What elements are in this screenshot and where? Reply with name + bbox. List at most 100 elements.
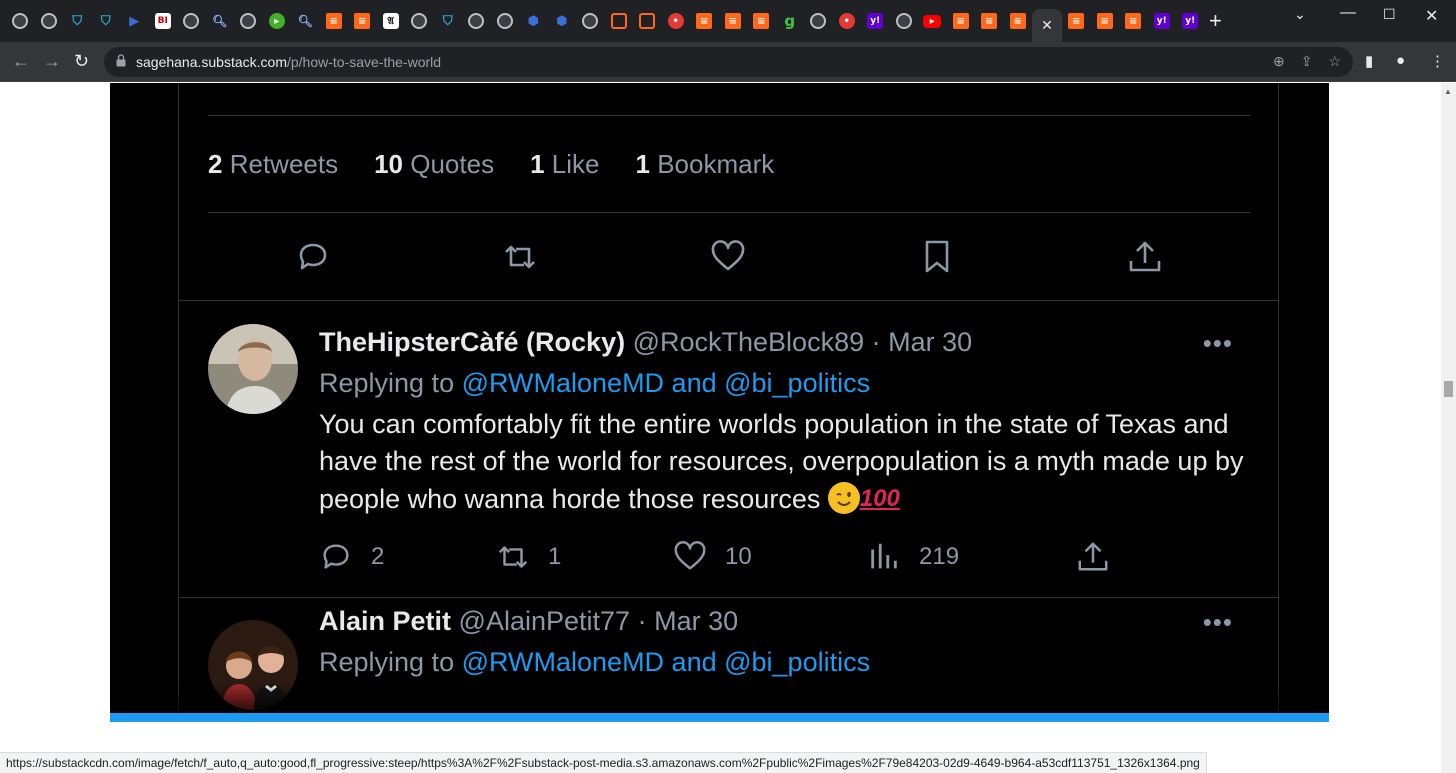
avatar[interactable]: [208, 324, 298, 414]
new-tab-button[interactable]: +: [1209, 10, 1222, 32]
back-button[interactable]: ←: [12, 51, 30, 71]
browser-tab[interactable]: y!: [1148, 9, 1177, 33]
author-name[interactable]: Alain Petit: [319, 606, 451, 636]
author-handle[interactable]: @RockTheBlock89: [633, 327, 865, 357]
share-button[interactable]: [1076, 540, 1110, 574]
view-count[interactable]: 219: [867, 540, 959, 574]
browser-tab[interactable]: ⛉: [92, 9, 121, 33]
browser-tab[interactable]: ≡: [719, 9, 748, 33]
browser-tab[interactable]: ▶: [120, 9, 149, 33]
browser-tab[interactable]: ≡: [690, 9, 719, 33]
substack-icon: ≡: [1009, 13, 1026, 29]
profile-icon[interactable]: ●: [1396, 52, 1405, 69]
reply-count[interactable]: 2: [319, 540, 384, 574]
browser-tab[interactable]: 🔍︎: [206, 9, 235, 33]
browser-tab[interactable]: [804, 9, 833, 33]
browser-tab[interactable]: BI: [149, 9, 178, 33]
browser-tab[interactable]: ≡: [747, 9, 776, 33]
maximize-button[interactable]: ☐: [1383, 6, 1396, 23]
forward-button[interactable]: →: [43, 51, 61, 71]
browser-tab[interactable]: [491, 9, 520, 33]
retweet-icon[interactable]: [502, 239, 538, 275]
more-options-icon[interactable]: •••: [1203, 607, 1233, 638]
browser-tab[interactable]: ✕: [1032, 9, 1062, 42]
browser-tab[interactable]: [605, 9, 634, 33]
tweet-date[interactable]: Mar 30: [654, 606, 738, 636]
author-name[interactable]: TheHipsterCàfé (Rocky): [319, 327, 625, 357]
page-scrollbar[interactable]: ▲: [1441, 83, 1456, 773]
red-pin-icon: •: [838, 13, 855, 29]
browser-tab[interactable]: ⛉: [63, 9, 92, 33]
bookmark-star-icon[interactable]: ☆: [1328, 53, 1341, 70]
browser-tab[interactable]: ≡: [947, 9, 976, 33]
bookmark-icon[interactable]: [919, 239, 955, 275]
browser-tab[interactable]: •: [662, 9, 691, 33]
browser-tab[interactable]: [177, 9, 206, 33]
divider: [208, 115, 1250, 116]
mention-links[interactable]: @RWMaloneMD and @bi_politics: [462, 647, 870, 677]
blocks-icon: ⬢: [527, 13, 539, 29]
tweet-screenshot-image[interactable]: 2 Retweets 10 Quotes 1 Like 1 Bookmark T…: [110, 83, 1329, 721]
browser-tab[interactable]: ≡: [1119, 9, 1148, 33]
reply-tweet[interactable]: TheHipsterCàfé (Rocky) @RockTheBlock89 ·…: [110, 301, 1329, 597]
browser-tab[interactable]: y!: [861, 9, 890, 33]
browser-tab[interactable]: [633, 9, 662, 33]
zoom-icon[interactable]: ⊕: [1273, 53, 1285, 70]
browser-tab[interactable]: [462, 9, 491, 33]
browser-tab[interactable]: [576, 9, 605, 33]
yahoo-icon: y!: [1153, 13, 1170, 29]
reply-icon[interactable]: [295, 239, 331, 275]
browser-tab[interactable]: ▸: [918, 9, 947, 33]
globe-icon: [895, 13, 912, 29]
browser-tab[interactable]: [890, 9, 919, 33]
browser-tab[interactable]: [6, 9, 35, 33]
bookmarks-stat[interactable]: 1 Bookmark: [635, 149, 774, 180]
browser-tab[interactable]: ≡: [975, 9, 1004, 33]
browser-tab[interactable]: y!: [1176, 9, 1205, 33]
like-count[interactable]: 10: [673, 540, 752, 574]
browser-tab[interactable]: ≡: [1091, 9, 1120, 33]
side-panel-icon[interactable]: ▮: [1365, 52, 1373, 70]
browser-tab[interactable]: [234, 9, 263, 33]
share-icon[interactable]: ⇪: [1301, 53, 1313, 70]
more-options-icon[interactable]: •••: [1203, 328, 1233, 359]
mention-links[interactable]: @RWMaloneMD and @bi_politics: [462, 368, 870, 398]
likes-stat[interactable]: 1 Like: [530, 149, 599, 180]
minimize-button[interactable]: —: [1340, 4, 1356, 22]
browser-tab[interactable]: 𝔄: [377, 9, 406, 33]
menu-kebab-icon[interactable]: ⋮: [1430, 52, 1445, 70]
window-close-button[interactable]: ✕: [1425, 6, 1438, 26]
browser-tab[interactable]: [405, 9, 434, 33]
reload-button[interactable]: ↻: [74, 51, 89, 71]
browser-tab[interactable]: ≡: [1062, 9, 1091, 33]
lock-icon[interactable]: [116, 54, 126, 67]
browser-tab[interactable]: g: [776, 9, 805, 33]
browser-tab[interactable]: [35, 9, 64, 33]
address-bar[interactable]: sagehana.substack.com/p/how-to-save-the-…: [104, 47, 1353, 77]
browser-tab[interactable]: 🔍︎: [291, 9, 320, 33]
url-text[interactable]: sagehana.substack.com/p/how-to-save-the-…: [136, 54, 441, 70]
browser-tab[interactable]: ≡: [348, 9, 377, 33]
substack-icon: ≡: [1125, 13, 1142, 29]
share-icon[interactable]: [1127, 239, 1163, 275]
search-icon: 🔍︎: [212, 14, 228, 28]
retweets-stat[interactable]: 2 Retweets: [208, 149, 338, 180]
scroll-up-arrow-icon[interactable]: ▲: [1444, 87, 1452, 96]
browser-tab[interactable]: ≡: [1004, 9, 1033, 33]
browser-tab[interactable]: •: [833, 9, 862, 33]
quotes-stat[interactable]: 10 Quotes: [374, 149, 494, 180]
browser-tab[interactable]: ≡: [320, 9, 349, 33]
browser-tab[interactable]: ⬢: [548, 9, 577, 33]
like-heart-icon[interactable]: [710, 239, 746, 275]
globe-icon: [411, 13, 428, 29]
scrollbar-thumb[interactable]: [1444, 381, 1453, 397]
tweet-date[interactable]: Mar 30: [888, 327, 972, 357]
author-handle[interactable]: @AlainPetit77: [459, 606, 631, 636]
retweet-count[interactable]: 1: [496, 540, 561, 574]
browser-tab[interactable]: ⛉: [434, 9, 463, 33]
browser-tab[interactable]: ▸: [263, 9, 292, 33]
browser-tab[interactable]: ⬢: [519, 9, 548, 33]
close-icon[interactable]: ✕: [1041, 17, 1053, 34]
tab-search-chevron-icon[interactable]: ⌄: [1294, 6, 1306, 23]
globe-icon: [12, 13, 29, 29]
